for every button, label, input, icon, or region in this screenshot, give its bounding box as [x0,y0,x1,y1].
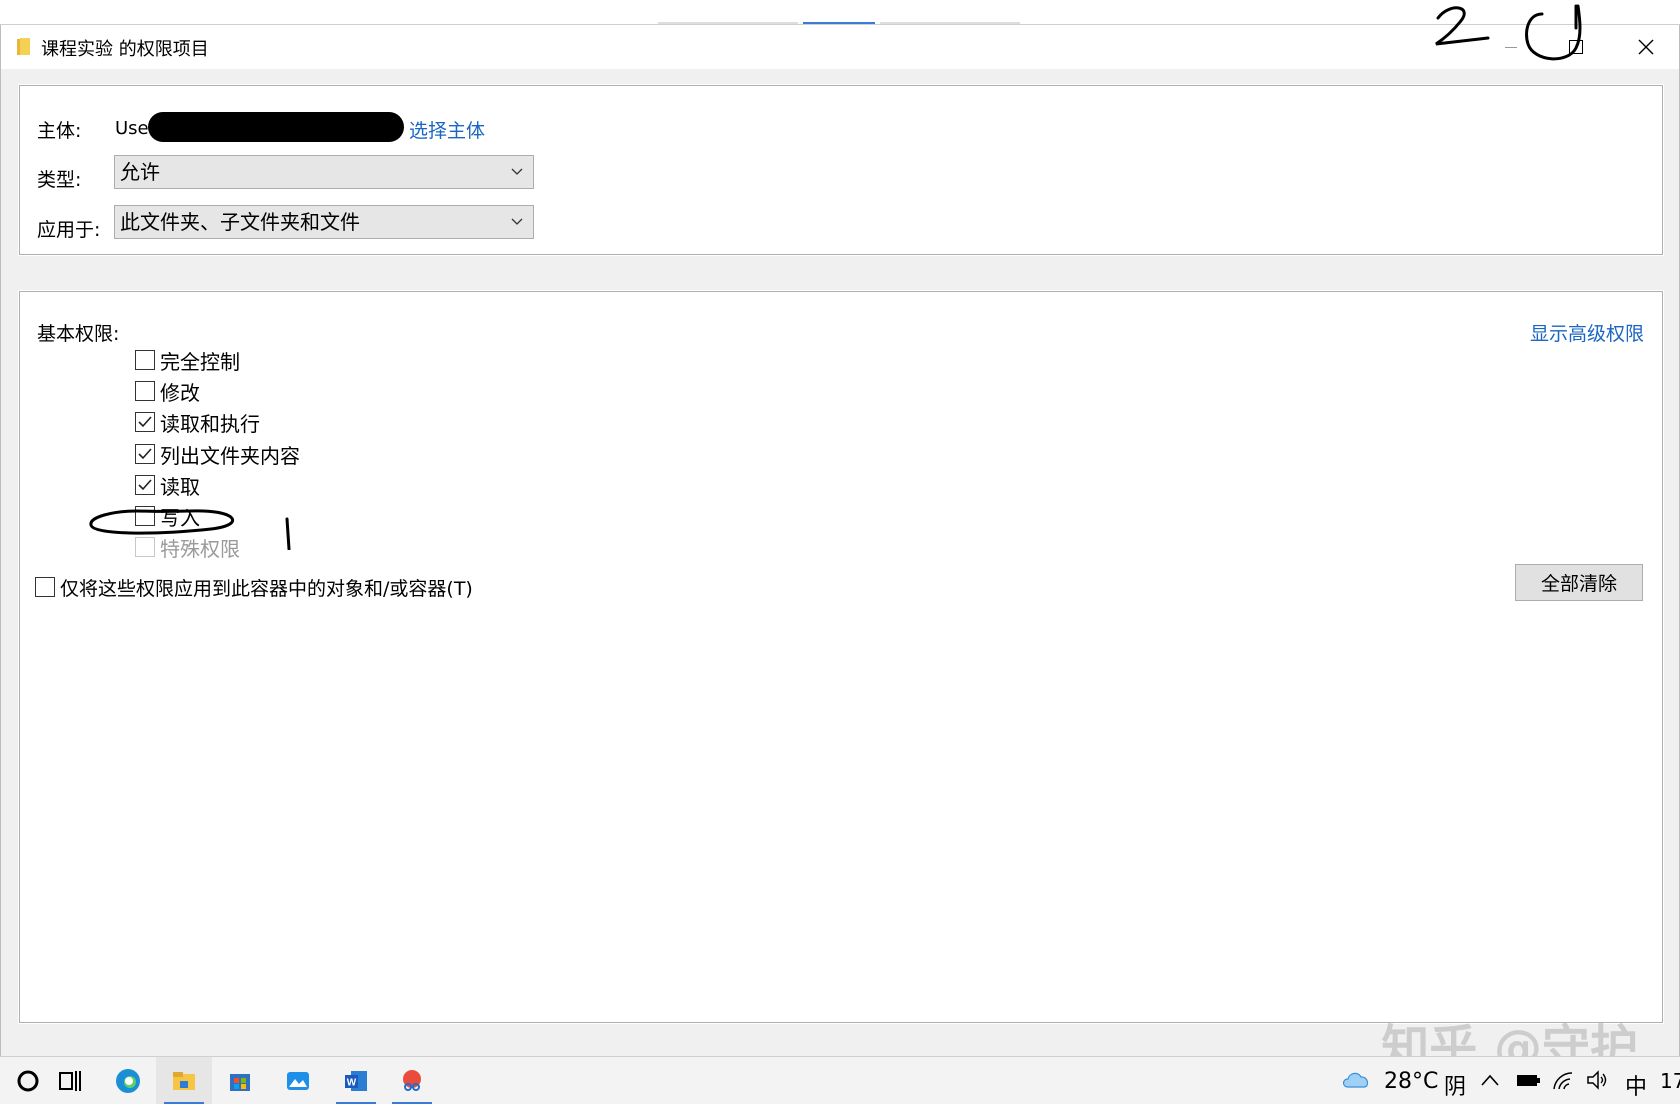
minimize-icon [1505,46,1517,48]
applies-to-label: 应用于: [37,219,101,241]
maximize-button[interactable] [1543,25,1609,69]
wifi-icon[interactable] [1551,1069,1575,1091]
apply-only-checkbox-row[interactable]: 仅将这些权限应用到此容器中的对象和/或容器(T) [35,573,473,601]
permission-label: 完全控制 [160,349,240,374]
permission-row[interactable]: 读取和执行 [135,408,260,436]
type-label: 类型: [37,169,82,191]
permission-label: 读取和执行 [160,411,260,436]
svg-text:W: W [347,1078,357,1089]
weather-condition[interactable]: 阴 [1444,1069,1466,1101]
applies-to-dropdown[interactable]: 此文件夹、子文件夹和文件 [114,205,534,239]
weather-temperature[interactable]: 28°C [1384,1069,1438,1094]
minimize-button[interactable] [1478,25,1544,69]
window-title: 课程实验 的权限项目 [41,39,209,60]
permission-row[interactable]: 读取 [135,471,200,499]
permission-checkbox[interactable] [135,381,155,401]
permission-row[interactable]: 修改 [135,377,200,405]
edge-icon [116,1069,140,1093]
file-explorer-icon [173,1072,195,1090]
type-dropdown-value: 允许 [120,160,160,184]
checkmark-icon [138,479,152,491]
type-dropdown[interactable]: 允许 [114,155,534,189]
snipping-tool-taskbar-button[interactable] [384,1057,440,1104]
taskbar: W 28°C 阴 中 17 [0,1056,1680,1104]
input-method-indicator[interactable]: 中 [1625,1069,1647,1101]
tab-indicator-active [803,22,875,24]
redaction-mark [148,112,404,142]
principal-label: 主体: [37,120,82,142]
permission-checkbox[interactable] [135,444,155,464]
permission-checkbox[interactable] [135,506,155,526]
store-taskbar-button[interactable] [212,1057,268,1104]
permission-checkbox[interactable] [135,475,155,495]
principal-panel: 主体: User 选择主体 类型: 允许 应用于: 此文件夹、子文件夹和文件 [18,84,1664,256]
photos-taskbar-button[interactable] [270,1057,326,1104]
checkmark-icon [138,416,152,428]
permission-label: 写入 [160,505,200,530]
apply-only-checkbox[interactable] [35,577,55,597]
search-circle-icon [17,1070,39,1092]
store-icon [230,1074,250,1091]
word-icon: W [345,1071,367,1091]
show-advanced-permissions-link[interactable]: 显示高级权限 [1530,319,1644,346]
permission-label: 列出文件夹内容 [160,443,300,468]
maximize-icon [1569,40,1583,54]
photos-icon [287,1072,309,1090]
clear-all-button[interactable]: 全部清除 [1515,564,1643,601]
select-principal-link[interactable]: 选择主体 [409,116,485,143]
permission-row[interactable]: 列出文件夹内容 [135,440,300,468]
snipping-tool-icon [403,1070,421,1091]
file-explorer-taskbar-button[interactable] [156,1057,212,1104]
permission-checkbox[interactable] [135,350,155,370]
chevron-down-icon [511,218,523,225]
word-taskbar-button[interactable]: W [328,1057,384,1104]
weather-cloud-icon[interactable] [1340,1067,1372,1091]
task-view-button[interactable] [42,1057,98,1104]
permission-label: 修改 [160,380,200,405]
edge-taskbar-button[interactable] [100,1057,156,1104]
permission-row[interactable]: 写入 [135,502,200,530]
tab-indicator [658,22,798,24]
applies-to-dropdown-value: 此文件夹、子文件夹和文件 [120,210,360,234]
screenshot-root: { "window": { "title": "课程实验 的权限项目" }, "… [0,0,1680,1104]
close-button[interactable] [1613,25,1679,69]
background-window-strip [0,0,1680,25]
battery-icon[interactable] [1515,1071,1541,1089]
title-bar[interactable]: 课程实验 的权限项目 [1,25,1679,69]
volume-icon[interactable] [1585,1069,1609,1091]
task-view-icon [59,1071,81,1091]
chevron-up-icon[interactable] [1480,1073,1500,1087]
tab-indicator [880,22,1020,24]
folder-icon [17,38,30,55]
permission-checkbox[interactable] [135,412,155,432]
permission-row: 特殊权限 [135,533,240,561]
clock-partial[interactable]: 17 [1660,1069,1680,1093]
permissions-panel: 基本权限: 显示高级权限 完全控制 修改 读取和执行 列出文件夹内容 读取 写入 特殊权限 … [18,290,1664,1024]
permission-checkbox [135,537,155,557]
close-icon [1638,39,1654,55]
permission-label: 读取 [160,474,200,499]
permission-label: 特殊权限 [160,536,240,561]
permission-row[interactable]: 完全控制 [135,346,240,374]
checkmark-icon [138,448,152,460]
permission-entry-window: 课程实验 的权限项目 主体: User 选择主体 类型: 允许 应用于: 此文件… [0,25,1680,1081]
chevron-down-icon [511,168,523,175]
basic-permissions-heading: 基本权限: [37,323,120,345]
apply-only-label: 仅将这些权限应用到此容器中的对象和/或容器(T) [60,577,473,600]
